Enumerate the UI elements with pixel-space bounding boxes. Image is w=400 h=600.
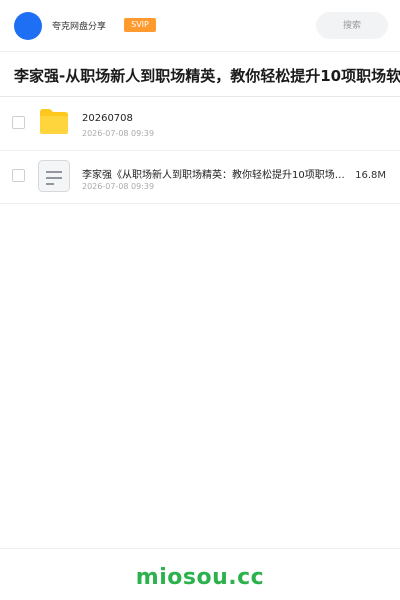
share-title: 李家强-从职场新人到职场精英，教你轻松提升10项职场软技能 [14, 67, 400, 85]
row-checkbox[interactable] [12, 116, 25, 129]
file-row[interactable]: 李家强《从职场新人到职场精英：教你轻松提升10项职场软技能》 2026-07-0… [0, 150, 400, 204]
file-size: 16.8M [355, 170, 386, 181]
site-logo[interactable]: miosou.cc [0, 565, 400, 590]
document-icon [38, 160, 70, 192]
row-checkbox[interactable] [12, 169, 25, 182]
svip-badge: SVIP [124, 18, 156, 32]
file-date: 2026-07-08 09:39 [82, 182, 155, 191]
brand-name: 夸克网盘分享 [52, 22, 107, 32]
file-name: 20260708 [82, 113, 133, 124]
folder-icon [40, 109, 68, 134]
footer: miosou.cc [0, 548, 400, 600]
file-row[interactable]: 20260708 2026-07-08 09:39 [0, 97, 400, 151]
title-bar: 李家强-从职场新人到职场精英，教你轻松提升10项职场软技能 [0, 52, 400, 97]
app-header: 夸克网盘分享 SVIP [0, 0, 400, 52]
file-name: 李家强《从职场新人到职场精英：教你轻松提升10项职场软技能》 [82, 170, 354, 181]
file-date: 2026-07-08 09:39 [82, 129, 155, 138]
search-input[interactable] [316, 12, 388, 39]
avatar[interactable] [14, 12, 42, 40]
